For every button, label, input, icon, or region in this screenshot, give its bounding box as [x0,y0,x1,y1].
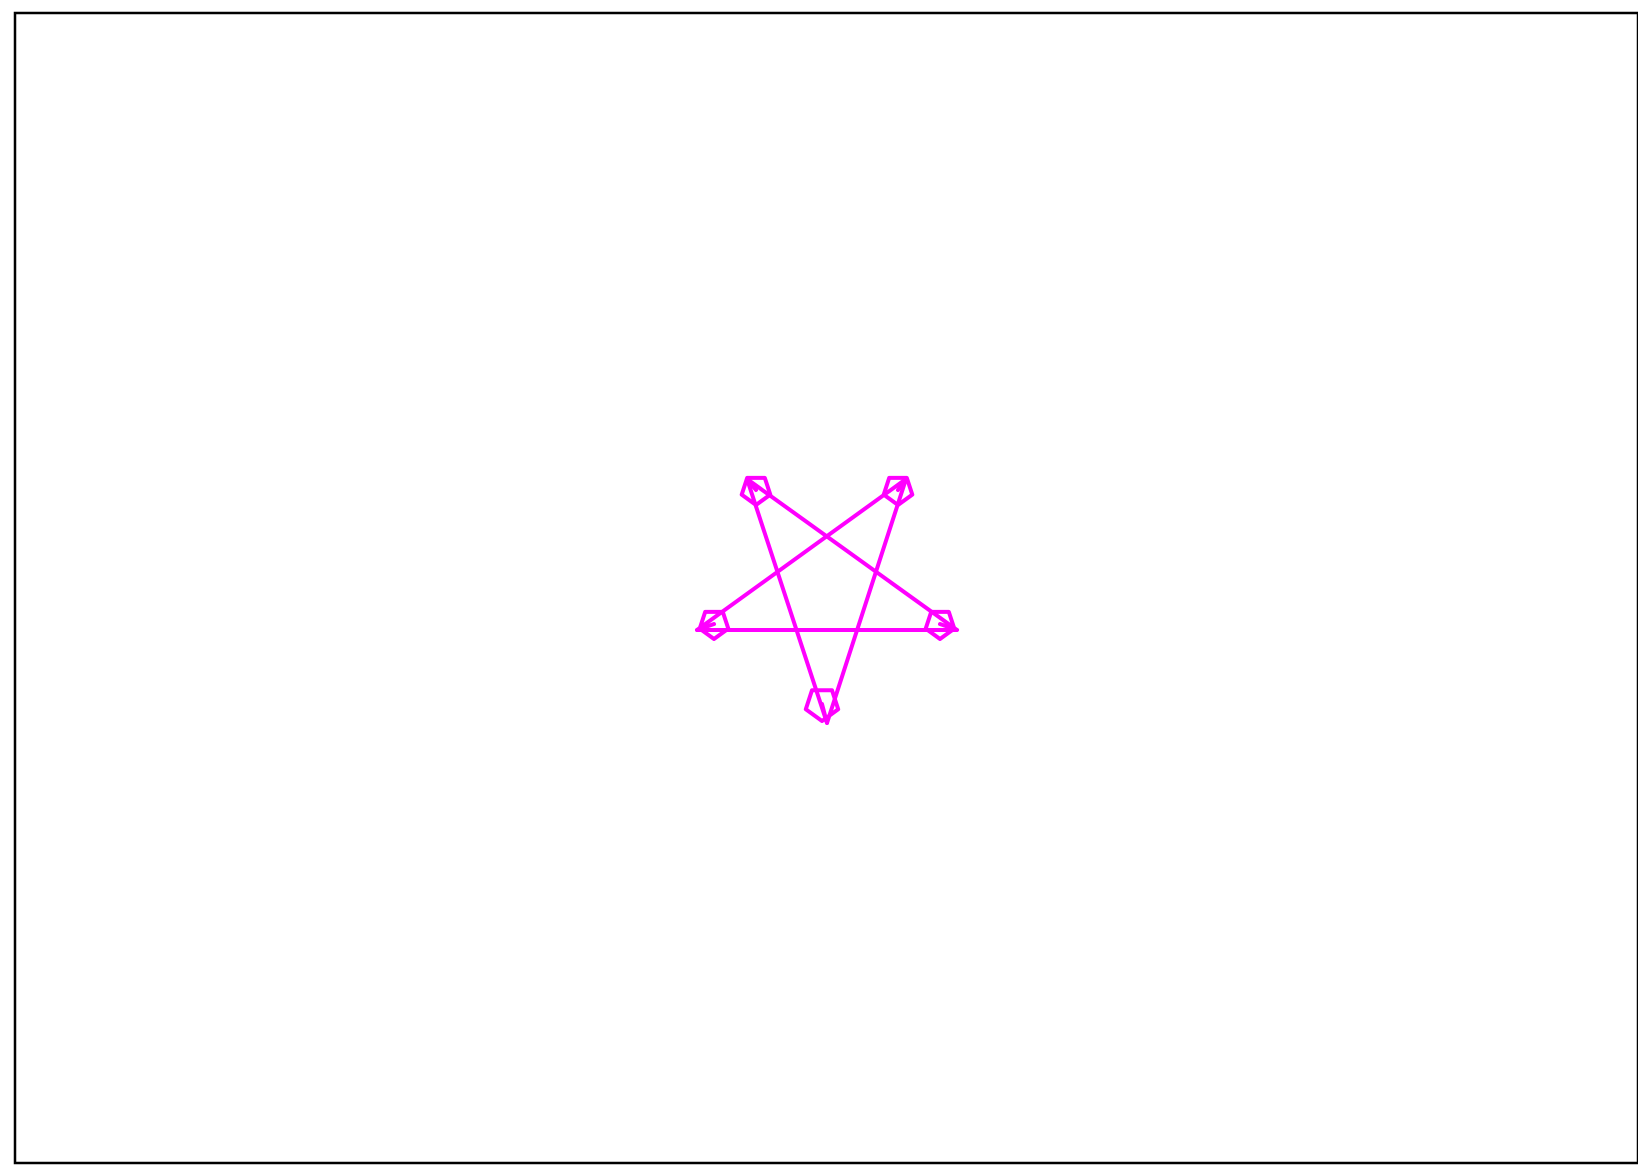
pentagram-figure [695,475,959,725]
drawing-canvas [13,11,1638,1165]
pentagram-lines [695,477,959,725]
canvas-frame [13,11,1638,1165]
